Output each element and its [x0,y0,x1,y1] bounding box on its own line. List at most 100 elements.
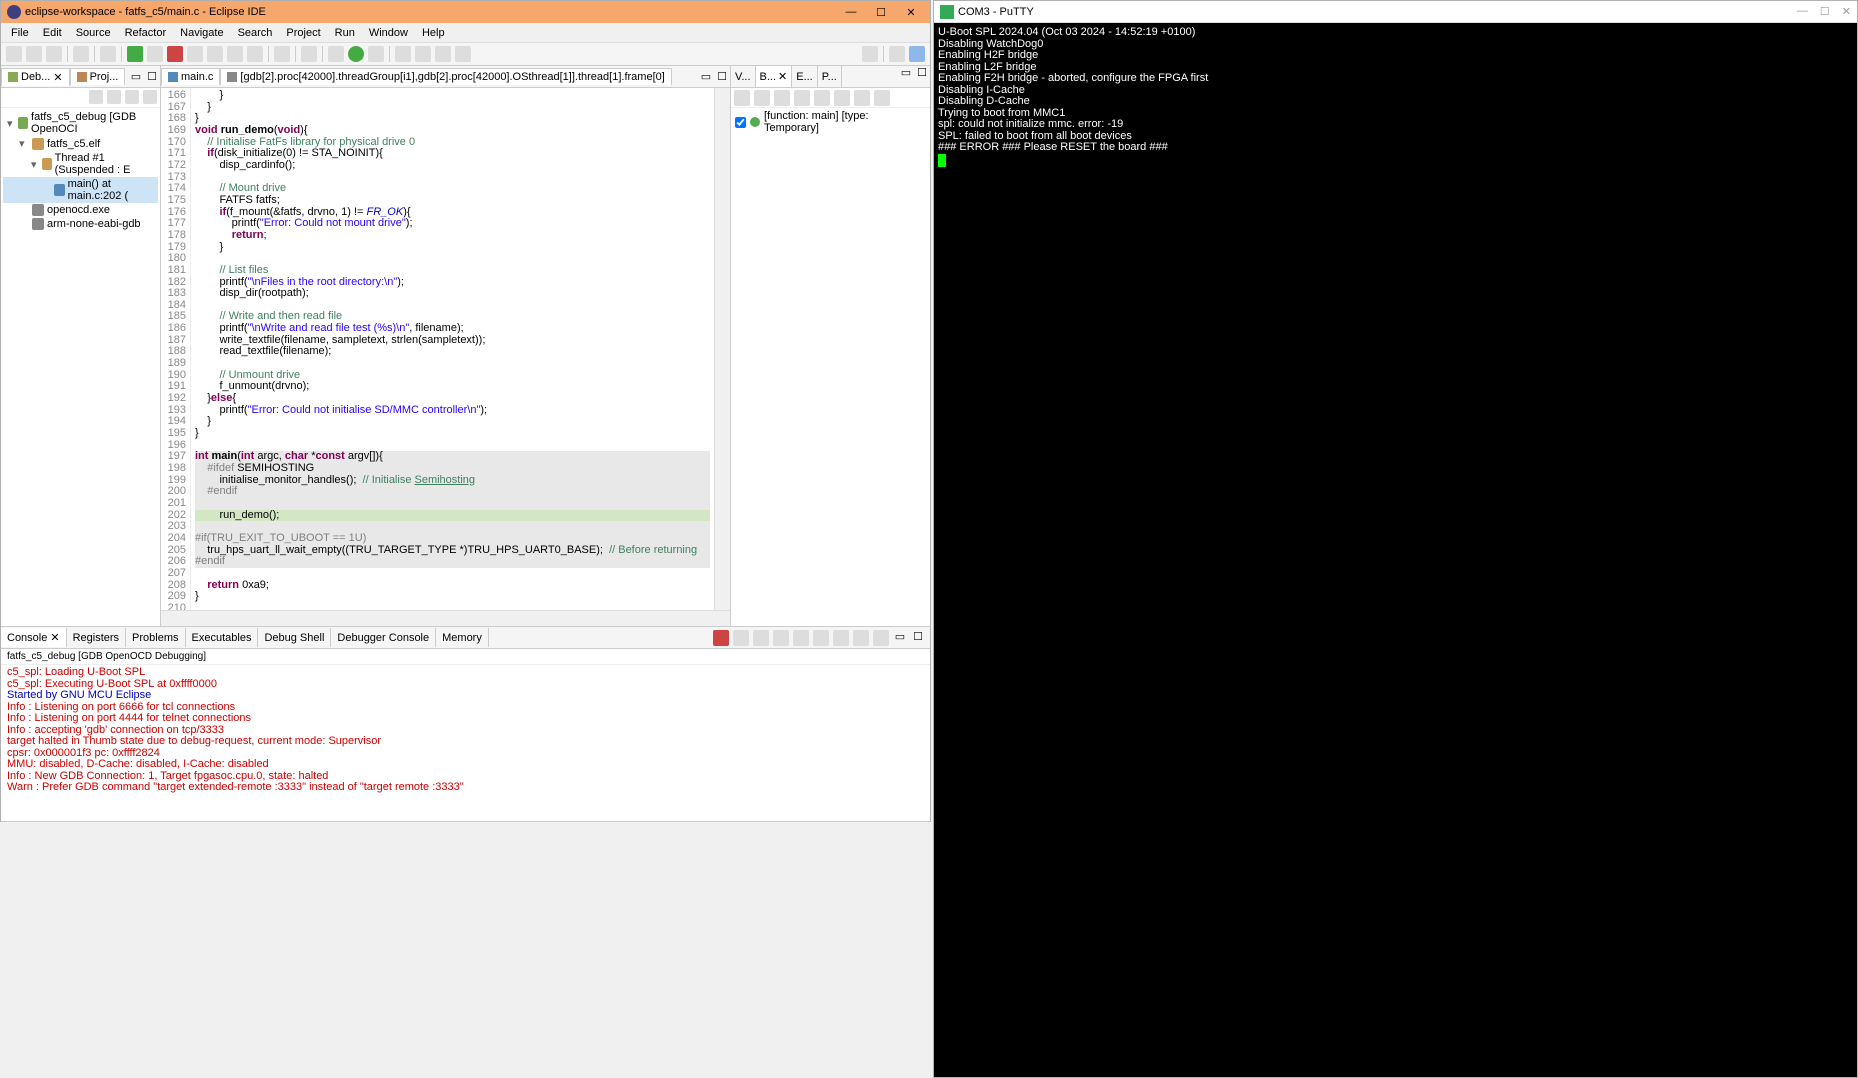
step-into-button[interactable] [207,46,223,62]
menu-refactor[interactable]: Refactor [119,25,173,41]
putty-minimize-button[interactable]: — [1797,5,1808,18]
maximize-view-icon[interactable]: ☐ [144,70,160,83]
tab-project-explorer[interactable]: Proj... [70,68,126,85]
tree-thread[interactable]: Thread #1 (Suspended : E [55,152,158,176]
terminate-button[interactable] [167,46,183,62]
editor-vscrollbar[interactable] [714,88,730,610]
minimize-console-icon[interactable]: ▭ [892,630,908,646]
code-editor[interactable]: 1661671681691701711721731741751761771781… [161,88,730,610]
maximize-bp-icon[interactable]: ☐ [914,66,930,87]
debug-button[interactable] [328,46,344,62]
debug-tb-btn3[interactable] [125,90,139,104]
menu-help[interactable]: Help [416,25,451,41]
console-clear-icon[interactable] [753,630,769,646]
putty-terminal[interactable]: U-Boot SPL 2024.04 (Oct 03 2024 - 14:52:… [934,23,1857,1077]
tab-debug-shell[interactable]: Debug Shell [258,628,331,647]
build-button[interactable] [73,46,89,62]
tab-debugger-console[interactable]: Debugger Console [331,628,436,647]
tree-openocd[interactable]: openocd.exe [47,204,110,216]
console-output[interactable]: c5_spl: Loading U-Boot SPLc5_spl: Execut… [1,665,930,821]
bp-checkbox[interactable] [735,117,746,128]
debug-tb-btn1[interactable] [89,90,103,104]
search-button[interactable] [435,46,451,62]
skip-bp-button[interactable] [100,46,116,62]
bp-removeall-icon[interactable] [754,90,770,106]
menu-edit[interactable]: Edit [37,25,68,41]
console-display-icon[interactable] [833,630,849,646]
step-over-button[interactable] [227,46,243,62]
minimize-view-icon[interactable]: ▭ [128,70,144,83]
bp-link-icon[interactable] [854,90,870,106]
tab-registers[interactable]: Registers [67,628,126,647]
view-menu-icon[interactable] [143,90,157,104]
tab-problems[interactable]: Problems [126,628,185,647]
minimize-bp-icon[interactable]: ▭ [898,66,914,87]
restart-button[interactable] [301,46,317,62]
run-button[interactable] [348,46,364,62]
minimize-editor-icon[interactable]: ▭ [698,70,714,83]
eclipse-titlebar[interactable]: eclipse-workspace - fatfs_c5/main.c - Ec… [1,1,930,23]
close-button[interactable]: ✕ [902,6,920,19]
new-target-button[interactable] [395,46,411,62]
menu-navigate[interactable]: Navigate [174,25,229,41]
bp-menu-icon[interactable] [874,90,890,106]
step-return-button[interactable] [247,46,263,62]
debug-tree[interactable]: ▾fatfs_c5_debug [GDB OpenOCI ▾fatfs_c5.e… [1,108,160,233]
putty-close-button[interactable]: ✕ [1842,5,1851,18]
tree-frame[interactable]: main() at main.c:202 ( [68,178,158,202]
quick-access-button[interactable] [862,46,878,62]
suspend-button[interactable] [147,46,163,62]
bp-skip-icon[interactable] [794,90,810,106]
new-button[interactable] [6,46,22,62]
menu-file[interactable]: File [5,25,35,41]
menu-run[interactable]: Run [329,25,361,41]
tab-debug[interactable]: Deb...✕ [1,68,70,86]
tree-launch[interactable]: fatfs_c5_debug [GDB OpenOCI [31,111,158,135]
tree-elf[interactable]: fatfs_c5.elf [47,138,100,150]
save-button[interactable] [26,46,42,62]
menu-search[interactable]: Search [232,25,279,41]
bp-collapse-icon[interactable] [834,90,850,106]
tab-executables[interactable]: Executables [186,628,259,647]
editor-tab-thread[interactable]: [gdb[2].proc[42000].threadGroup[i1],gdb[… [220,68,671,85]
console-terminate-icon[interactable] [713,630,729,646]
editor-tab-mainc[interactable]: main.c [161,68,220,85]
editor-hscrollbar[interactable] [161,611,730,626]
tab-variables[interactable]: V... [731,66,756,87]
breakpoint-item[interactable]: [function: main] [type: Temporary] [731,108,930,136]
menu-source[interactable]: Source [70,25,117,41]
menu-window[interactable]: Window [363,25,414,41]
save-all-button[interactable] [46,46,62,62]
console-wordwrap-icon[interactable] [793,630,809,646]
menu-project[interactable]: Project [280,25,326,41]
resume-button[interactable] [127,46,143,62]
console-open-icon[interactable] [853,630,869,646]
console-pin-icon[interactable] [813,630,829,646]
perspective-cpp-button[interactable] [889,46,905,62]
tab-memory[interactable]: Memory [436,628,489,647]
console-scrolllock-icon[interactable] [773,630,789,646]
tab-breakpoints[interactable]: B...✕ [756,66,793,87]
maximize-editor-icon[interactable]: ☐ [714,70,730,83]
bp-goto-icon[interactable] [774,90,790,106]
console-removeall-icon[interactable] [733,630,749,646]
putty-maximize-button[interactable]: ☐ [1820,5,1830,18]
perspective-debug-button[interactable] [909,46,925,62]
maximize-button[interactable]: ☐ [872,6,890,19]
open-type-button[interactable] [415,46,431,62]
tab-console[interactable]: Console✕ [1,628,67,647]
disconnect-button[interactable] [187,46,203,62]
tab-peripherals[interactable]: P... [818,66,842,87]
toggle-mark-button[interactable] [455,46,471,62]
maximize-console-icon[interactable]: ☐ [910,630,926,646]
minimize-button[interactable]: — [842,6,860,19]
bp-remove-icon[interactable] [734,90,750,106]
putty-titlebar[interactable]: COM3 - PuTTY — ☐ ✕ [934,1,1857,23]
tab-expressions[interactable]: E... [792,66,818,87]
bp-expand-icon[interactable] [814,90,830,106]
debug-tb-btn2[interactable] [107,90,121,104]
profile-button[interactable] [368,46,384,62]
instr-step-button[interactable] [274,46,290,62]
tree-gdb[interactable]: arm-none-eabi-gdb [47,218,141,230]
console-new-icon[interactable] [873,630,889,646]
